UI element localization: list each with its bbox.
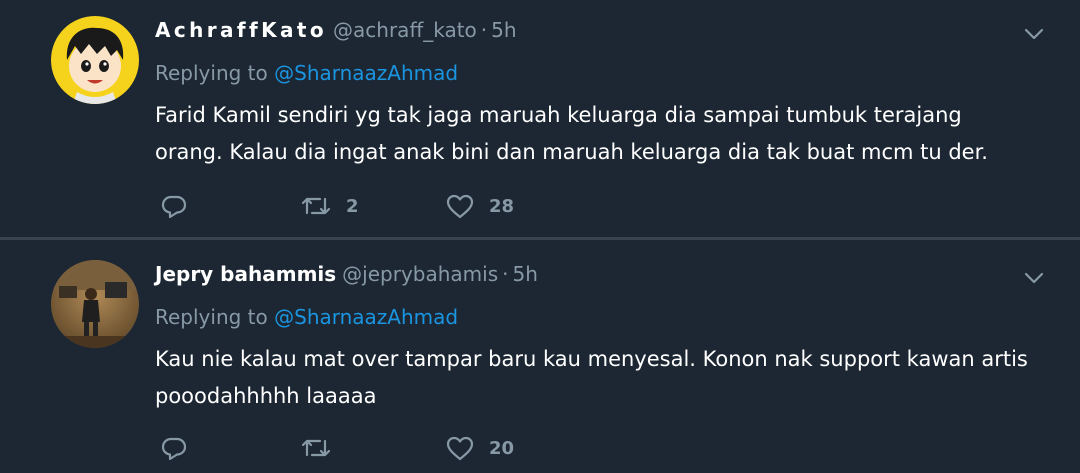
tweet-header: AchraffKato @achraff_kato · 5h <box>155 18 517 42</box>
reply-icon <box>161 195 187 219</box>
chevron-down-icon[interactable] <box>1022 22 1046 46</box>
heart-icon <box>446 194 474 219</box>
chevron-down-icon[interactable] <box>1022 266 1046 290</box>
heart-icon <box>446 436 474 461</box>
replying-to-link[interactable]: @SharnaazAhmad <box>274 305 458 329</box>
retweet-icon <box>301 439 331 457</box>
replying-to-label: Replying to <box>155 305 268 329</box>
avatar[interactable] <box>51 260 139 348</box>
avatar[interactable] <box>51 16 139 104</box>
separator-dot: · <box>480 18 488 42</box>
separator-dot: · <box>502 262 509 286</box>
tweet[interactable]: AchraffKato @achraff_kato · 5h Replying to … <box>0 0 1080 238</box>
display-name[interactable]: Jepry bahammis <box>155 262 336 286</box>
reply-button[interactable] <box>160 433 188 463</box>
replying-to-label: Replying to <box>155 61 268 85</box>
reply-button[interactable] <box>160 191 188 221</box>
tweet-header: Jepry bahammis @jeprybahamis · 5h <box>155 262 538 286</box>
reply-icon <box>161 437 187 461</box>
tweet[interactable]: Jepry bahammis @jeprybahamis · 5h Replying … <box>0 240 1080 473</box>
retweet-button[interactable]: 2 <box>300 191 359 221</box>
timestamp[interactable]: 5h <box>513 262 538 286</box>
like-button[interactable]: 20 <box>445 433 514 463</box>
retweet-button[interactable] <box>300 433 346 463</box>
retweet-count: 2 <box>346 195 359 217</box>
retweet-icon <box>301 197 331 215</box>
user-handle[interactable]: @jeprybahamis <box>342 262 498 286</box>
like-count: 28 <box>489 195 515 217</box>
display-name[interactable]: AchraffKato <box>155 18 327 42</box>
replying-to-link[interactable]: @SharnaazAhmad <box>274 61 458 85</box>
tweet-text: Farid Kamil sendiri yg tak jaga maruah k… <box>155 103 988 164</box>
user-handle[interactable]: @achraff_kato <box>333 18 477 42</box>
like-button[interactable]: 28 <box>445 191 514 221</box>
timestamp[interactable]: 5h <box>491 18 516 42</box>
replying-to: Replying to @SharnaazAhmad <box>155 61 458 85</box>
tweet-text: Kau nie kalau mat over tampar baru kau m… <box>155 347 1028 408</box>
like-count: 20 <box>489 437 515 459</box>
replying-to: Replying to @SharnaazAhmad <box>155 305 458 329</box>
